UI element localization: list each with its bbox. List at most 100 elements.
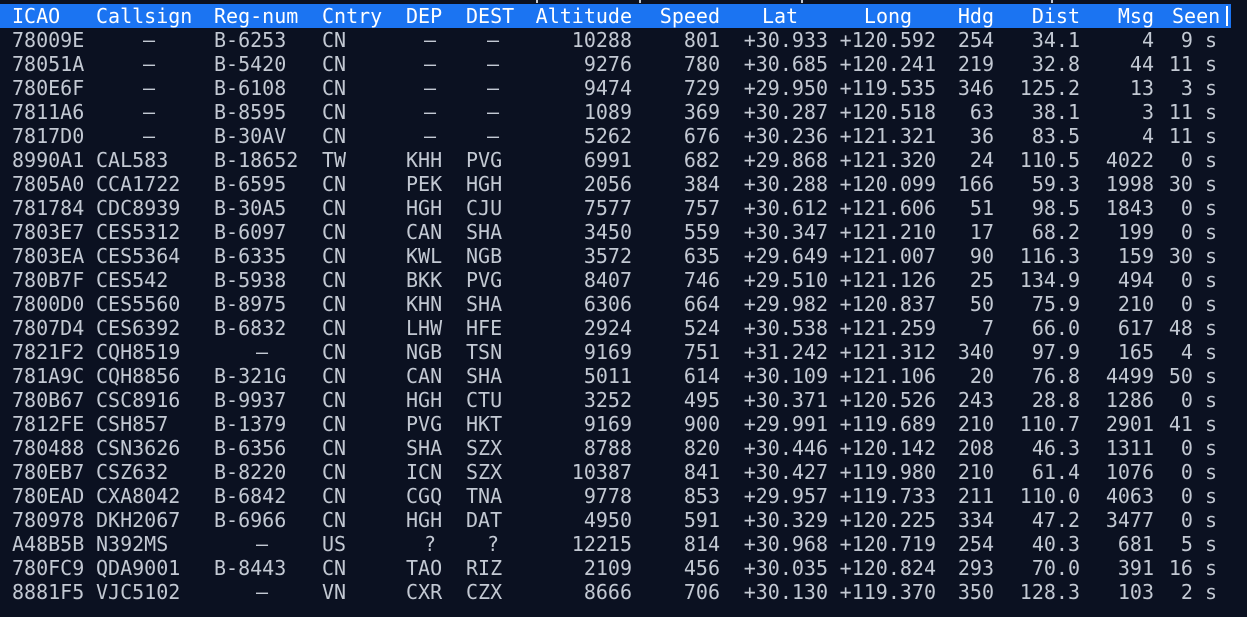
cell-seen: 2 s [1180, 580, 1217, 604]
col-header-long[interactable]: Long [834, 4, 942, 28]
col-header-reg-num[interactable]: Reg-num [202, 4, 310, 28]
cell-hdg: 211 [957, 484, 994, 508]
cell-msg: 4022 [1105, 148, 1154, 172]
cell-altitude: 3450 [583, 220, 632, 244]
cell-msg: 3477 [1105, 508, 1154, 532]
cell-speed: 384 [683, 172, 720, 196]
table-row[interactable]: 780B67 CSC8916 B-9937 CN HGH CTU 3252 495 +30.37… [0, 388, 1231, 412]
col-header-cntry[interactable]: Cntry [310, 4, 394, 28]
cell-msg: 1843 [1105, 196, 1154, 220]
table-row[interactable]: 7812FE CSH857 B-1379 CN PVG HKT 9169 900 +29.991… [0, 412, 1231, 436]
col-header-dest[interactable]: DEST [454, 4, 520, 28]
cell-lat: +29.868 [743, 148, 828, 172]
cell-long: +120.592 [839, 28, 936, 52]
cell-hdg: 243 [957, 388, 994, 412]
cell-dest: SHA [466, 292, 503, 316]
cell-long: +120.518 [839, 100, 936, 124]
cell-msg: 44 [1129, 52, 1154, 76]
table-row[interactable]: 781A9C CQH8856 B-321G CN CAN SHA 5011 614 +30.10… [0, 364, 1231, 388]
table-row[interactable]: 780978 DKH2067 B-6966 CN HGH DAT 4950 591 +30.32… [0, 508, 1231, 532]
cell-callsign: DKH2067 [96, 508, 181, 532]
cell-dest: CZX [466, 580, 503, 604]
table-row[interactable]: 7803E7 CES5312 B-6097 CN CAN SHA 3450 559 +30.34… [0, 220, 1231, 244]
table-row[interactable]: 7811A6 – B-8595 CN – – 1089 369 +30.287 +120.518 6… [0, 100, 1231, 124]
table-row[interactable]: 7805A0 CCA1722 B-6595 CN PEK HGH 2056 384 +30.28… [0, 172, 1231, 196]
table-row[interactable]: 7800D0 CES5560 B-8975 CN KHN SHA 6306 664 +29.98… [0, 292, 1231, 316]
table-row[interactable]: 78009E – B-6253 CN – – 10288 801 +30.933 +120.592… [0, 28, 1231, 52]
cell-seen: 0 s [1180, 268, 1217, 292]
cell-cntry: CN [322, 292, 347, 316]
cell-dep: LHW [406, 316, 443, 340]
cell-icao: 781784 [12, 196, 84, 220]
table-row[interactable]: 781784 CDC8939 B-30A5 CN HGH CJU 7577 757 +30.61… [0, 196, 1231, 220]
cell-dep: BKK [406, 268, 443, 292]
cell-dest: SHA [466, 364, 503, 388]
cell-cntry: CN [322, 436, 347, 460]
table-row[interactable]: 780EAD CXA8042 B-6842 CN CGQ TNA 9778 853 +29.95… [0, 484, 1231, 508]
cell-altitude: 9169 [583, 340, 632, 364]
cell-lat: +29.950 [743, 76, 828, 100]
cell-lat: +30.109 [743, 364, 828, 388]
table-row[interactable]: 7821F2 CQH8519 – CN NGB TSN 9169 751 +31.242 +121… [0, 340, 1231, 364]
cell-cntry: CN [322, 508, 347, 532]
cell-reg-num: – [255, 580, 269, 604]
border-tick [639, 0, 641, 3]
cell-altitude: 5011 [583, 364, 632, 388]
col-header-seen[interactable]: Seen [1160, 4, 1231, 28]
cell-seen: 30 s [1168, 244, 1217, 268]
col-header-icao[interactable]: ICAO [0, 4, 84, 28]
cell-speed: 664 [683, 292, 720, 316]
cell-msg: 199 [1117, 220, 1154, 244]
cell-callsign: CCA1722 [96, 172, 181, 196]
table-row[interactable]: 780488 CSN3626 B-6356 CN SHA SZX 8788 820 +30.44… [0, 436, 1231, 460]
col-header-lat[interactable]: Lat [726, 4, 834, 28]
cell-dest: ? [486, 532, 500, 556]
cell-reg-num: B-321G [214, 364, 287, 388]
table-row[interactable]: 780EB7 CSZ632 B-8220 CN ICN SZX 10387 841 +30.42… [0, 460, 1231, 484]
cell-lat: +30.236 [743, 124, 828, 148]
table-row[interactable]: 8990A1 CAL583 B-18652 TW KHH PVG 6991 682 +29.86… [0, 148, 1231, 172]
cell-lat: +30.371 [743, 388, 828, 412]
cell-dist: 32.8 [1031, 52, 1080, 76]
table-row[interactable]: A48B5B N392MS – US?? 12215 814 +30.968 +120.719… [0, 532, 1231, 556]
cell-speed: 706 [683, 580, 720, 604]
cell-dep: – [423, 76, 437, 100]
cell-msg: 1311 [1105, 436, 1154, 460]
table-row[interactable]: 780FC9 QDA9001 B-8443 CN TAO RIZ 2109 456 +30.03… [0, 556, 1231, 580]
col-header-callsign[interactable]: Callsign [84, 4, 202, 28]
table-row[interactable]: 7807D4 CES6392 B-6832 CN LHW HFE 2924 524 +30.53… [0, 316, 1231, 340]
cell-msg: 103 [1117, 580, 1154, 604]
table-row[interactable]: 780E6F – B-6108 CN – – 9474 729 +29.950 +119.535 3… [0, 76, 1231, 100]
cell-speed: 751 [683, 340, 720, 364]
cell-cntry: CN [322, 172, 347, 196]
cell-seen: 30 s [1168, 172, 1217, 196]
cell-msg: 165 [1117, 340, 1154, 364]
table-row[interactable]: 7817D0 – B-30AV CN – – 5262 676 +30.236 +121.321 3… [0, 124, 1231, 148]
col-header-dep[interactable]: DEP [394, 4, 454, 28]
cell-cntry: CN [322, 340, 347, 364]
table-row[interactable]: 7803EA CES5364 B-6335 CN KWL NGB 3572 635 +29.64… [0, 244, 1231, 268]
cell-reg-num: B-6842 [214, 484, 287, 508]
cell-dep: CGQ [406, 484, 443, 508]
cell-dist: 40.3 [1031, 532, 1080, 556]
col-header-dist[interactable]: Dist [1000, 4, 1086, 28]
table-row[interactable]: 780B7F CES542 B-5938 CN BKK PVG 8407 746 +29.510… [0, 268, 1231, 292]
col-header-altitude[interactable]: Altitude [520, 4, 638, 28]
cell-icao: 7803EA [12, 244, 84, 268]
cell-dist: 68.2 [1031, 220, 1080, 244]
cell-dist: 98.5 [1031, 196, 1080, 220]
cell-dep: – [423, 124, 437, 148]
cell-dest: PVG [466, 148, 503, 172]
cell-icao: 7817D0 [12, 124, 84, 148]
col-header-msg[interactable]: Msg [1086, 4, 1160, 28]
cell-dist: 110.5 [1019, 148, 1080, 172]
cell-icao: 780978 [12, 508, 84, 532]
cell-icao: 7821F2 [12, 340, 84, 364]
table-row[interactable]: 78051A – B-5420 CN – – 9276 780 +30.685 +120.241 2… [0, 52, 1231, 76]
col-header-hdg[interactable]: Hdg [942, 4, 1000, 28]
table-row[interactable]: 8881F5 VJC5102 – VN CXR CZX 8666 706 +30.130 +119… [0, 580, 1231, 604]
col-header-speed[interactable]: Speed [638, 4, 726, 28]
cell-long: +121.259 [839, 316, 936, 340]
cell-lat: +30.685 [743, 52, 828, 76]
cell-dest: HGH [466, 172, 503, 196]
